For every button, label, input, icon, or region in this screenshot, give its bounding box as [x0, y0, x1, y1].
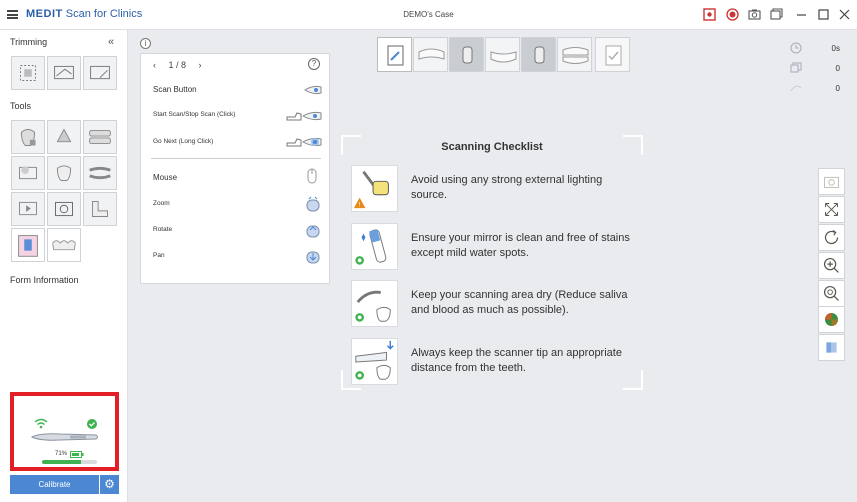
rotate-gesture-icon	[306, 225, 320, 238]
zoom-area-icon[interactable]	[818, 280, 845, 307]
step-lower-jaw[interactable]	[485, 37, 520, 72]
record-icon[interactable]	[726, 8, 739, 21]
title-bar: MEDIT Scan for Clinics DEMO's Case	[0, 0, 857, 30]
distance-illustration	[351, 338, 398, 385]
scanner-photo-icon[interactable]	[11, 228, 45, 262]
fit-icon[interactable]	[818, 196, 845, 223]
step-lower-die[interactable]	[521, 37, 556, 72]
scanning-checklist: Scanning Checklist ! Avoid using any str…	[341, 135, 643, 390]
settings-gear-icon[interactable]: ⚙	[100, 475, 119, 494]
minimize-icon[interactable]	[795, 8, 808, 21]
scanner-status-panel: 71%	[10, 392, 119, 471]
step-check[interactable]	[595, 37, 630, 72]
guide-row-label: Zoom	[153, 200, 170, 207]
battery-icon	[70, 451, 84, 458]
battery-level-bar	[42, 460, 97, 464]
guide-row-label: Go Next (Long Click)	[153, 138, 214, 145]
svg-text:!: !	[359, 202, 361, 209]
mouse-icon	[307, 168, 317, 184]
checklist-text: Ensure your mirror is clean and free of …	[411, 232, 630, 259]
erase-icon[interactable]	[83, 56, 117, 90]
screenshot-icon[interactable]	[818, 168, 845, 195]
video-icon[interactable]	[11, 192, 45, 226]
wifi-icon	[34, 418, 48, 429]
reset-rotation-icon[interactable]	[818, 224, 845, 251]
zoom-icon[interactable]	[818, 252, 845, 279]
tooth-lock-icon[interactable]	[11, 120, 45, 154]
prev-page-icon[interactable]: ‹	[153, 60, 156, 70]
stone-icon[interactable]	[47, 120, 81, 154]
tools-heading: Tools	[10, 101, 32, 111]
lighting-illustration: !	[351, 165, 398, 212]
guide-row-label: Pan	[153, 252, 165, 259]
monitor-icon[interactable]	[11, 156, 45, 190]
step-occlusion[interactable]	[557, 37, 592, 72]
bite-icon[interactable]	[83, 156, 117, 190]
color-sphere-icon[interactable]	[818, 306, 845, 333]
lock-area-icon[interactable]	[47, 56, 81, 90]
trimming-heading: Trimming	[10, 37, 48, 47]
checklist-text: Always keep the scanner tip an appropria…	[411, 347, 622, 374]
hand-click-icon	[286, 111, 322, 121]
collapse-sidebar-icon[interactable]: «	[108, 36, 114, 48]
checklist-text: Keep your scanning area dry (Reduce sali…	[411, 289, 628, 316]
calibrate-button[interactable]: Calibrate	[10, 475, 99, 494]
help-icon[interactable]: ?	[308, 58, 320, 70]
maximize-icon[interactable]	[817, 8, 830, 21]
sidebar: Trimming « Tools Form Information 71% Ca…	[0, 30, 128, 502]
pan-gesture-icon	[306, 251, 320, 264]
scan-guide-panel: ‹ 1 / 8 › ? Scan Button Start Scan/Stop …	[140, 53, 330, 284]
checklist-text: Avoid using any strong external lighting…	[411, 174, 603, 201]
scan-time-value: 0s	[831, 44, 840, 53]
guide-row-label: Start Scan/Stop Scan (Click)	[153, 111, 236, 118]
guide-row-label: Scan Button	[153, 85, 197, 94]
battery-level-fill	[42, 460, 82, 464]
guide-row-label: Rotate	[153, 226, 173, 233]
occlusion-icon[interactable]	[83, 120, 117, 154]
guide-divider	[151, 158, 321, 159]
step-upper-jaw[interactable]	[413, 37, 448, 72]
connected-check-icon	[87, 419, 97, 429]
close-icon[interactable]	[838, 8, 851, 21]
frame-count-value: 0	[835, 64, 840, 73]
hand-long-click-icon	[286, 137, 322, 147]
form-information-heading: Form Information	[10, 275, 79, 285]
tooth-drill-icon[interactable]	[47, 156, 81, 190]
checklist-item: Ensure your mirror is clean and free of …	[351, 223, 641, 271]
step-upper-die[interactable]	[449, 37, 484, 72]
scanner-device-icon	[30, 433, 98, 441]
guide-row-label: Mouse	[153, 173, 178, 182]
teeth-library-icon[interactable]	[47, 228, 81, 262]
checklist-item: Always keep the scanner tip an appropria…	[351, 338, 641, 386]
dry-area-illustration	[351, 280, 398, 327]
select-area-icon[interactable]	[11, 56, 45, 90]
photo-icon[interactable]	[47, 192, 81, 226]
battery-percentage: 71%	[55, 451, 68, 457]
scan-button-icon	[304, 85, 322, 95]
record-screen-icon[interactable]	[703, 8, 716, 21]
zoom-gesture-icon	[306, 196, 320, 212]
window-icon[interactable]	[770, 8, 783, 21]
step-form[interactable]	[377, 37, 412, 72]
next-page-icon[interactable]: ›	[199, 60, 202, 70]
checklist-item: Keep your scanning area dry (Reduce sali…	[351, 280, 641, 328]
mirror-illustration	[351, 223, 398, 270]
texture-icon[interactable]	[818, 334, 845, 361]
ruler-icon[interactable]	[83, 192, 117, 226]
camera-icon[interactable]	[748, 8, 761, 21]
checklist-title: Scanning Checklist	[441, 141, 543, 153]
page-indicator: 1 / 8	[168, 60, 187, 70]
guide-pager: ‹ 1 / 8 ›	[153, 60, 202, 70]
checklist-item: ! Avoid using any strong external lighti…	[351, 165, 641, 213]
data-count-value: 0	[835, 84, 840, 93]
info-icon[interactable]: i	[140, 38, 151, 49]
